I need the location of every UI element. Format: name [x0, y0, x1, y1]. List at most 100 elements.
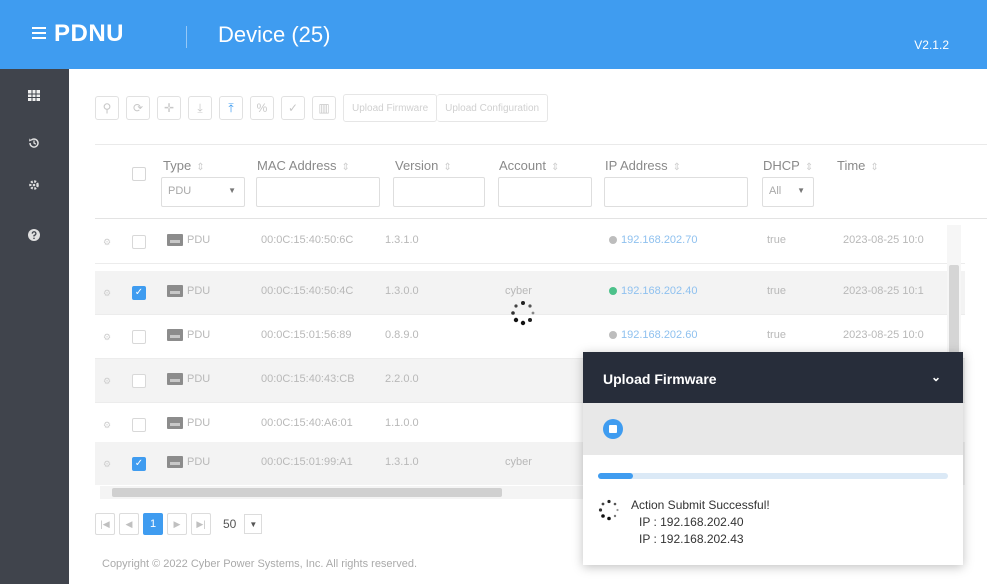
- ip-link[interactable]: 192.168.202.60: [621, 329, 697, 341]
- row-checkbox[interactable]: [132, 374, 146, 388]
- sort-icon[interactable]: ⇕: [805, 162, 813, 173]
- table-row[interactable]: ⚙ PDU 00:0C:15:40:50:6C 1.3.1.0 192.168.…: [95, 220, 965, 264]
- copyright-text: Copyright © 2022 Cyber Power Systems, In…: [102, 558, 418, 570]
- download-icon[interactable]: ⤓: [188, 96, 212, 120]
- column-time[interactable]: Time ⇕: [837, 158, 879, 173]
- table-header: Type ⇕ MAC Address ⇕ Version ⇕ Account ⇕ IP …: [95, 144, 987, 219]
- help-icon[interactable]: [26, 229, 42, 245]
- dhcp-filter-value: All: [769, 185, 782, 197]
- device-icon: [167, 329, 183, 341]
- horizontal-scrollbar[interactable]: [100, 486, 588, 499]
- check-icon[interactable]: ✓: [281, 96, 305, 120]
- page-title: Device (25): [218, 22, 331, 47]
- gear-icon[interactable]: ⚙: [103, 237, 111, 248]
- delete-icon[interactable]: ▥: [312, 96, 336, 120]
- refresh-icon[interactable]: ⟳: [126, 96, 150, 120]
- column-time-label: Time: [837, 158, 866, 173]
- row-checkbox[interactable]: [132, 418, 146, 432]
- ip-filter-input[interactable]: [604, 177, 748, 207]
- column-type[interactable]: Type ⇕: [163, 158, 205, 173]
- row-checkbox[interactable]: [132, 330, 146, 344]
- hamburger-menu-icon[interactable]: [32, 27, 46, 39]
- cell-time: 2023-08-25 10:0: [843, 234, 924, 246]
- chevron-down-icon[interactable]: ⌄: [931, 370, 941, 384]
- upload-firmware-button[interactable]: Upload Firmware: [343, 94, 438, 122]
- ip-link[interactable]: 192.168.202.40: [621, 285, 697, 297]
- ip-link[interactable]: 192.168.202.70: [621, 234, 697, 246]
- add-icon[interactable]: ✛: [157, 96, 181, 120]
- device-icon: [167, 417, 183, 429]
- sort-icon[interactable]: ⇕: [443, 162, 451, 173]
- devices-icon[interactable]: [26, 89, 42, 105]
- sort-icon[interactable]: ⇕: [341, 162, 349, 173]
- gear-icon[interactable]: ⚙: [103, 420, 111, 431]
- column-dhcp-label: DHCP: [763, 158, 800, 173]
- upload-configuration-button[interactable]: Upload Configuration: [437, 94, 549, 122]
- ip-entry: IP : 192.168.202.40: [639, 515, 744, 529]
- cell-mac: 00:0C:15:40:50:4C: [261, 285, 354, 297]
- cell-account: cyber: [505, 456, 532, 468]
- link-icon[interactable]: %: [250, 96, 274, 120]
- gear-icon[interactable]: ⚙: [103, 459, 111, 470]
- account-filter-input[interactable]: [498, 177, 592, 207]
- page-size-value: 50: [223, 517, 237, 531]
- row-checkbox[interactable]: ✓: [132, 286, 146, 300]
- cell-type: PDU: [187, 417, 211, 429]
- select-all-checkbox[interactable]: [132, 167, 146, 181]
- row-checkbox[interactable]: [132, 235, 146, 249]
- cell-mac: 00:0C:15:40:A6:01: [261, 417, 353, 429]
- cell-dhcp: true: [767, 329, 786, 341]
- gear-icon[interactable]: ⚙: [103, 376, 111, 387]
- column-dhcp[interactable]: DHCP ⇕: [763, 158, 813, 173]
- panel-header[interactable]: Upload Firmware ⌄: [583, 352, 963, 403]
- ip-entry: IP : 192.168.202.43: [639, 532, 744, 546]
- gear-icon[interactable]: ⚙: [103, 332, 111, 343]
- row-checkbox[interactable]: ✓: [132, 457, 146, 471]
- scrollbar-thumb[interactable]: [949, 265, 959, 355]
- cell-ip[interactable]: 192.168.202.70: [609, 234, 697, 246]
- sort-icon[interactable]: ⇕: [673, 162, 681, 173]
- cell-ip[interactable]: 192.168.202.40: [609, 285, 697, 297]
- settings-icon[interactable]: [26, 179, 42, 195]
- last-page-button[interactable]: ▶|: [191, 513, 211, 535]
- upload-icon[interactable]: ⤒: [219, 96, 243, 120]
- cell-type: PDU: [187, 285, 211, 297]
- version-filter-input[interactable]: [393, 177, 485, 207]
- dhcp-filter-select[interactable]: All ▼: [762, 177, 814, 207]
- prev-page-button[interactable]: ◀: [119, 513, 139, 535]
- history-icon[interactable]: [26, 137, 42, 153]
- next-page-button[interactable]: ▶: [167, 513, 187, 535]
- scrollbar-thumb[interactable]: [112, 488, 502, 497]
- first-page-button[interactable]: |◀: [95, 513, 115, 535]
- device-icon: [167, 456, 183, 468]
- cell-time: 2023-08-25 10:1: [843, 285, 924, 297]
- cell-type: PDU: [187, 329, 211, 341]
- page-size-dropdown[interactable]: ▼: [244, 514, 263, 534]
- cell-version: 0.8.9.0: [385, 329, 419, 341]
- type-filter-select[interactable]: PDU ▼: [161, 177, 245, 207]
- mac-filter-input[interactable]: [256, 177, 380, 207]
- device-icon: [167, 234, 183, 246]
- column-account[interactable]: Account ⇕: [499, 158, 559, 173]
- column-version[interactable]: Version ⇕: [395, 158, 452, 173]
- pagination: |◀ ◀ 1 ▶ ▶| 50 ▼: [95, 513, 263, 535]
- column-ip[interactable]: IP Address ⇕: [605, 158, 681, 173]
- gear-icon[interactable]: ⚙: [103, 288, 111, 299]
- cell-version: 1.1.0.0: [385, 417, 419, 429]
- app-header: PDNU Device (25) V2.1.2: [0, 0, 987, 69]
- search-icon[interactable]: ⚲: [95, 96, 119, 120]
- cell-dhcp: true: [767, 285, 786, 297]
- version-label: V2.1.2: [914, 38, 949, 52]
- type-filter-value: PDU: [168, 185, 192, 197]
- cell-version: 1.3.0.0: [385, 285, 419, 297]
- sort-icon[interactable]: ⇕: [870, 162, 878, 173]
- stop-button[interactable]: [603, 419, 623, 439]
- column-mac[interactable]: MAC Address ⇕: [257, 158, 350, 173]
- cell-account: cyber: [505, 285, 532, 297]
- column-ip-label: IP Address: [605, 158, 668, 173]
- cell-ip[interactable]: 192.168.202.60: [609, 329, 697, 341]
- sort-icon[interactable]: ⇕: [196, 162, 204, 173]
- page-number-button[interactable]: 1: [143, 513, 163, 535]
- sort-icon[interactable]: ⇕: [551, 162, 559, 173]
- upload-firmware-panel: Upload Firmware ⌄ Action Submit Successf…: [583, 352, 963, 565]
